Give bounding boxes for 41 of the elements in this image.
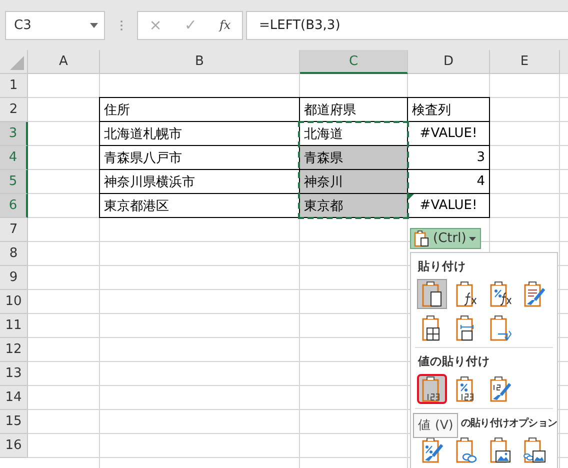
row-header[interactable]: 11	[0, 314, 28, 338]
table-cell: 青森県	[299, 145, 408, 170]
row-header[interactable]: 9	[0, 266, 28, 290]
insert-function-button[interactable]: fx	[219, 18, 231, 32]
dropdown-caret-icon	[90, 22, 98, 28]
table-cell: #VALUE!	[407, 193, 490, 218]
table-cell: 神奈川	[299, 169, 408, 194]
formula-field[interactable]: =LEFT(B3,3)	[246, 10, 568, 40]
column-header[interactable]: E	[490, 50, 560, 74]
row-header[interactable]: 6	[0, 194, 28, 218]
section-title: 貼り付け	[416, 258, 467, 275]
section-title: 値の貼り付け	[416, 353, 491, 370]
caret-icon	[469, 236, 476, 240]
row-header[interactable]: 3	[0, 122, 28, 146]
clipboard-icon	[414, 230, 430, 247]
row-header[interactable]: 13	[0, 362, 28, 386]
column-header[interactable]: A	[28, 50, 100, 74]
name-box[interactable]: C3	[5, 10, 105, 40]
column-header[interactable]: B	[100, 50, 300, 74]
row-header[interactable]: 5	[0, 170, 28, 194]
column-header[interactable]: C	[300, 50, 408, 74]
clipboard-digits-icon[interactable]	[417, 374, 447, 404]
row-header[interactable]: 8	[0, 242, 28, 266]
row-header[interactable]: 12	[0, 338, 28, 362]
column-heading-cell: 検査列	[407, 97, 490, 122]
table-cell: 東京都港区	[99, 193, 300, 218]
tooltip: 値 (V)	[413, 413, 458, 438]
row-header[interactable]: 10	[0, 290, 28, 314]
row-header[interactable]: 15	[0, 410, 28, 434]
row-header[interactable]: 4	[0, 146, 28, 170]
row-header[interactable]: 16	[0, 434, 28, 458]
paste-options-button[interactable]: (Ctrl)	[410, 228, 482, 249]
column-heading-cell: 住所	[99, 97, 300, 122]
row-header[interactable]: 14	[0, 386, 28, 410]
row-header[interactable]: 1	[0, 74, 28, 98]
drag-handle-icon[interactable]	[120, 20, 122, 30]
column-header[interactable]: D	[408, 50, 490, 74]
table-cell: 東京都	[299, 193, 408, 218]
row-header[interactable]: 7	[0, 218, 28, 242]
row-header[interactable]: 2	[0, 98, 28, 122]
clipboard-page-icon[interactable]	[417, 279, 447, 309]
